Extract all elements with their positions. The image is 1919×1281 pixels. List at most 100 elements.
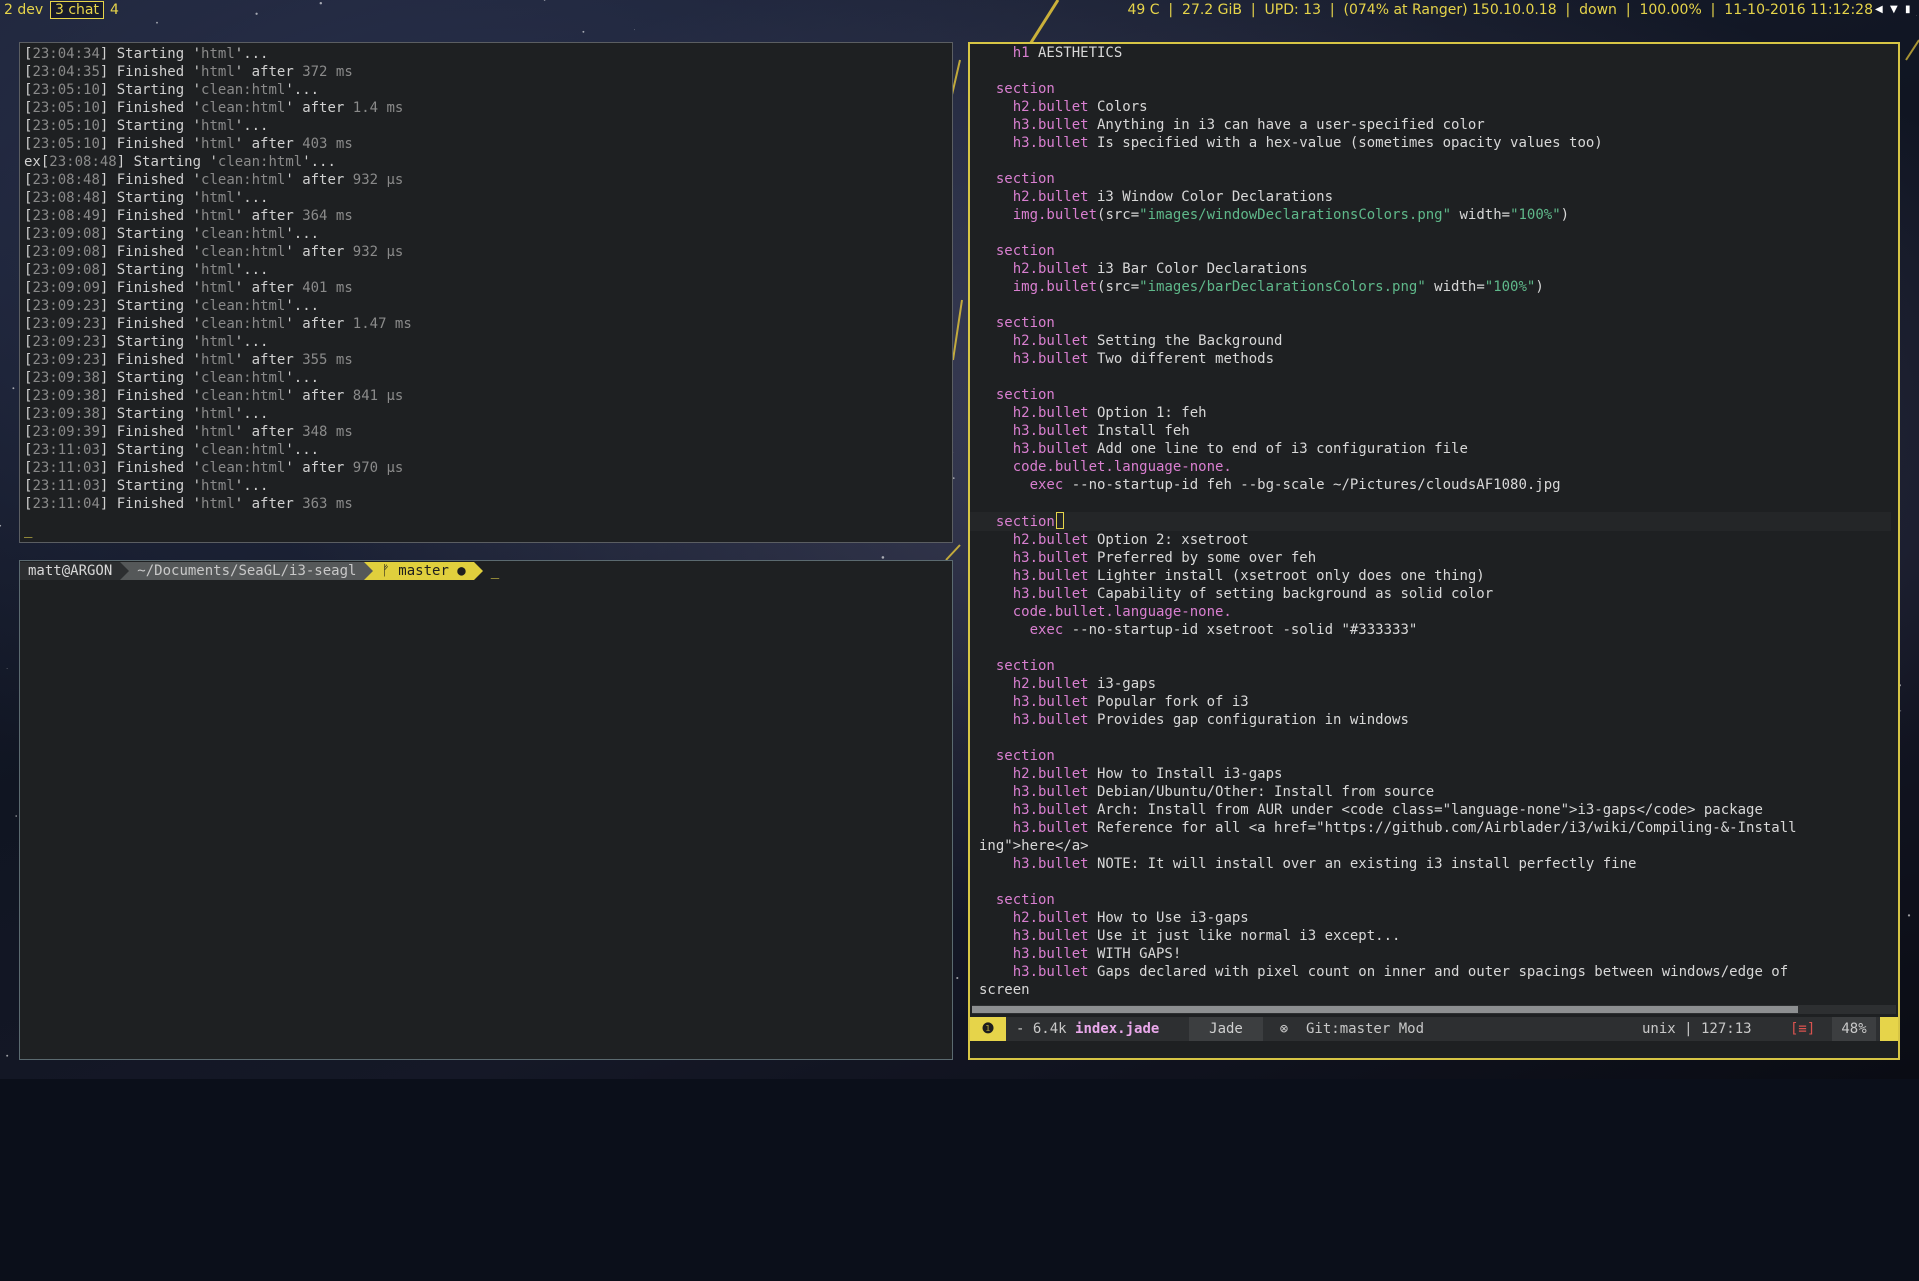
log-task: clean:html bbox=[201, 226, 286, 242]
code-text: Arch: Install from AUR under <code class… bbox=[1088, 802, 1763, 818]
code-line: h3.bullet WITH GAPS! bbox=[979, 945, 1891, 963]
code-text: i3 Window Color Declarations bbox=[1088, 189, 1334, 205]
code-line: h2.bullet How to Install i3-gaps bbox=[979, 765, 1891, 783]
code-text: --no-startup-id feh --bg-scale ~/Picture… bbox=[1063, 477, 1561, 493]
code-keyword: h3.bullet bbox=[1012, 135, 1089, 151]
code-keyword: section bbox=[995, 81, 1055, 97]
log-line: [23:11:03] Starting 'html'... bbox=[24, 478, 269, 494]
code-line: h2.bullet Option 1: feh bbox=[979, 404, 1891, 422]
code-keyword: h3.bullet bbox=[1012, 712, 1089, 728]
code-text: Preferred by some over feh bbox=[1088, 550, 1317, 566]
log-verb: Finished bbox=[116, 208, 185, 224]
code-keyword: h2.bullet bbox=[1012, 99, 1089, 115]
log-line: [23:04:34] Starting 'html'... bbox=[24, 46, 269, 62]
vim-editor-window[interactable]: h1 AESTHETICS section h2.bullet Colors h… bbox=[968, 42, 1900, 1060]
log-task: html bbox=[201, 208, 235, 224]
log-timestamp: 23:05:10 bbox=[32, 82, 100, 98]
log-duration: 364 ms bbox=[302, 208, 353, 224]
log-timestamp: 23:04:35 bbox=[32, 64, 100, 80]
temperature-indicator: 49 C bbox=[1127, 2, 1160, 18]
wifi-signal-icon[interactable]: ▼ bbox=[1890, 4, 1900, 15]
log-timestamp: 23:09:38 bbox=[32, 370, 100, 386]
log-line: [23:04:35] Finished 'html' after 372 ms bbox=[24, 64, 353, 80]
code-line: code.bullet.language-none. bbox=[979, 603, 1891, 621]
log-line: [23:09:38] Finished 'clean:html' after 8… bbox=[24, 388, 404, 404]
code-keyword: h3.bullet bbox=[1012, 946, 1089, 962]
code-text: (src= bbox=[1097, 207, 1140, 223]
code-text: Debian/Ubuntu/Other: Install from source bbox=[1088, 784, 1435, 800]
log-duration: 970 μs bbox=[352, 460, 404, 476]
log-duration: 841 μs bbox=[352, 388, 404, 404]
log-verb: Finished bbox=[116, 352, 185, 368]
code-text: Install feh bbox=[1088, 423, 1190, 439]
horizontal-scrollbar[interactable] bbox=[972, 1005, 1896, 1014]
log-ellipsis: ... bbox=[293, 226, 320, 242]
star bbox=[12, 387, 15, 390]
workspace-button-dev[interactable]: 2 dev bbox=[0, 1, 47, 19]
log-after: after bbox=[302, 172, 345, 188]
code-text: Lighter install (xsetroot only does one … bbox=[1088, 568, 1485, 584]
warning-icon: ❶ bbox=[970, 1017, 1006, 1041]
terminal-window-log[interactable]: [23:04:34] Starting 'html'... [23:04:35] … bbox=[19, 42, 953, 543]
log-duration: 932 μs bbox=[352, 172, 404, 188]
star bbox=[6, 668, 8, 669]
log-verb: Starting bbox=[116, 478, 185, 494]
log-line: [23:09:23] Starting 'clean:html'... bbox=[24, 298, 320, 314]
terminal-window-shell[interactable]: matt@ARGON ~/Documents/SeaGL/i3-seagl ᚠ … bbox=[19, 560, 953, 1060]
code-text: Popular fork of i3 bbox=[1088, 694, 1249, 710]
log-task: html bbox=[201, 424, 235, 440]
code-keyword: h3.bullet bbox=[1012, 351, 1089, 367]
code-text: Is specified with a hex-value (sometimes… bbox=[1088, 135, 1603, 151]
code-keyword: h2.bullet bbox=[1012, 910, 1089, 926]
editor-buffer[interactable]: h1 AESTHETICS section h2.bullet Colors h… bbox=[970, 44, 1891, 999]
shell-cursor[interactable]: _ bbox=[491, 563, 499, 579]
log-ellipsis: ... bbox=[243, 478, 269, 494]
code-keyword: h3.bullet bbox=[1012, 784, 1089, 800]
log-timestamp: 23:11:03 bbox=[32, 442, 100, 458]
code-line: h1 AESTHETICS bbox=[979, 44, 1891, 62]
code-text: Anything in i3 can have a user-specified… bbox=[1088, 117, 1485, 133]
log-task: clean:html bbox=[201, 316, 286, 332]
workspace-button-chat[interactable]: 3 chat bbox=[50, 1, 104, 19]
star bbox=[952, 477, 955, 479]
log-duration: 1.4 ms bbox=[352, 100, 404, 116]
code-keyword: h3.bullet bbox=[1012, 568, 1089, 584]
code-line: h3.bullet Arch: Install from AUR under <… bbox=[979, 801, 1891, 819]
log-timestamp: 23:09:23 bbox=[32, 352, 100, 368]
code-text: ) bbox=[1560, 207, 1570, 223]
log-verb: Finished bbox=[116, 316, 185, 332]
text-cursor bbox=[1055, 512, 1064, 529]
log-task: html bbox=[201, 190, 235, 206]
log-task: html bbox=[201, 136, 235, 152]
power-icon[interactable]: ▮ bbox=[1905, 4, 1915, 15]
code-keyword: code.bullet.language-none. bbox=[1012, 459, 1232, 475]
workspace-button-4[interactable]: 4 bbox=[106, 1, 123, 19]
file-name: index.jade bbox=[1075, 1021, 1160, 1037]
log-duration: 372 ms bbox=[302, 64, 353, 80]
code-line: h2.bullet How to Use i3-gaps bbox=[979, 909, 1891, 927]
log-verb: Starting bbox=[116, 442, 185, 458]
wifi-indicator: (074% at Ranger) 150.10.0.18 bbox=[1343, 2, 1557, 18]
code-text: Reference for all <a href="https://githu… bbox=[1088, 820, 1797, 836]
scrollbar-thumb[interactable] bbox=[972, 1006, 1798, 1013]
log-line: [23:09:23] Finished 'clean:html' after 1… bbox=[24, 316, 412, 332]
star bbox=[1907, 914, 1911, 917]
speaker-icon[interactable]: ◀ bbox=[1875, 4, 1885, 15]
code-text: Option 1: feh bbox=[1088, 405, 1207, 421]
disk-indicator: 27.2 GiB bbox=[1182, 2, 1242, 18]
log-ellipsis: ... bbox=[293, 82, 320, 98]
